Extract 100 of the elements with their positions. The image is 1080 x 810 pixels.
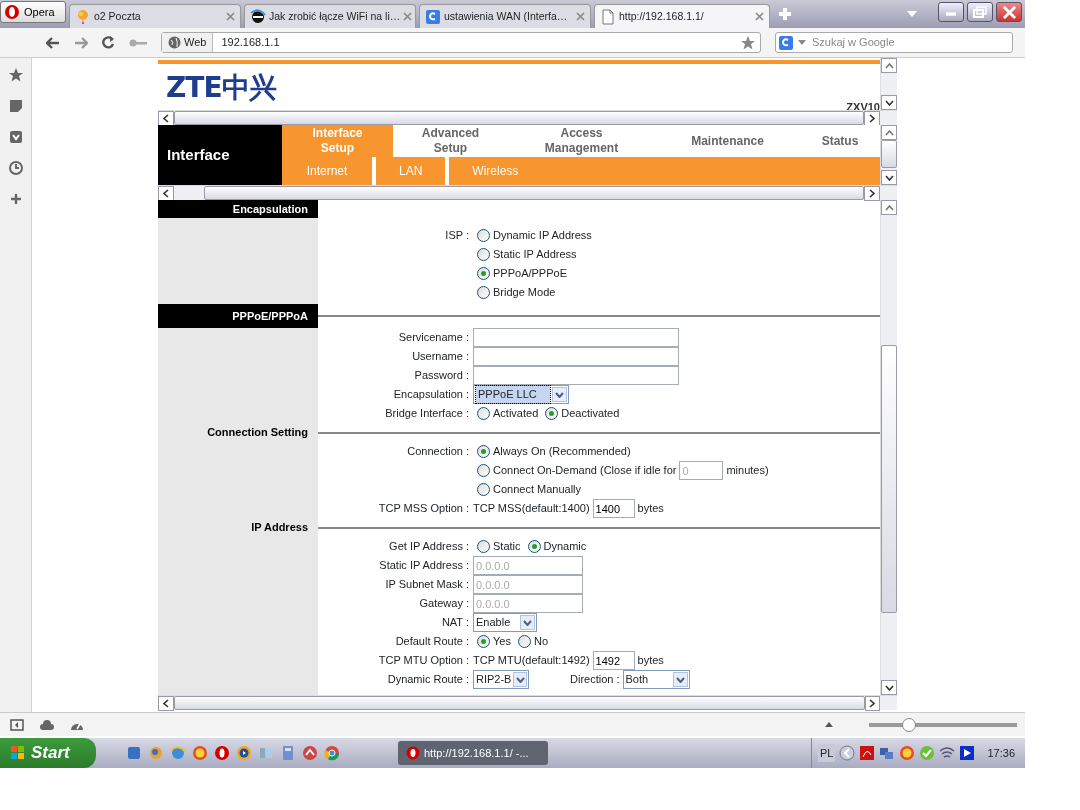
radio-label[interactable]: Connect Manually bbox=[493, 481, 582, 498]
scroll-right-button[interactable] bbox=[864, 696, 881, 711]
scroll-down-button[interactable] bbox=[881, 170, 897, 185]
radio-label[interactable]: Activated bbox=[493, 405, 539, 422]
close-icon[interactable] bbox=[576, 12, 585, 21]
radio-label[interactable]: Bridge Mode bbox=[493, 284, 556, 301]
app-icon[interactable] bbox=[302, 745, 318, 761]
radio-button[interactable] bbox=[545, 407, 559, 420]
radio-button[interactable] bbox=[477, 483, 490, 496]
opera-menu-button[interactable]: Opera bbox=[0, 1, 66, 23]
add-icon[interactable] bbox=[8, 192, 23, 206]
radio-button[interactable] bbox=[477, 407, 490, 420]
scroll-thumb[interactable] bbox=[881, 140, 897, 168]
opera-icon[interactable] bbox=[214, 745, 230, 761]
text-field[interactable] bbox=[473, 328, 679, 347]
search-box[interactable]: Szukaj w Google bbox=[775, 32, 1013, 53]
play-icon[interactable] bbox=[959, 745, 976, 761]
vertical-scrollbar[interactable] bbox=[880, 58, 897, 110]
radio-label[interactable]: Static IP Address bbox=[493, 246, 577, 263]
star-icon[interactable] bbox=[740, 34, 756, 51]
clock-icon[interactable] bbox=[8, 161, 23, 175]
radio-button[interactable] bbox=[477, 286, 490, 299]
radio-label[interactable]: Deactivated bbox=[561, 405, 620, 422]
sun-icon[interactable] bbox=[899, 745, 916, 761]
close-button[interactable] bbox=[996, 2, 1022, 22]
radio-button[interactable] bbox=[477, 445, 490, 458]
dropdown[interactable]: Both bbox=[622, 670, 690, 689]
radio-button[interactable] bbox=[477, 229, 490, 242]
close-icon[interactable] bbox=[755, 12, 764, 21]
text-field[interactable] bbox=[473, 347, 679, 366]
close-icon[interactable] bbox=[226, 12, 235, 21]
radio-button[interactable] bbox=[477, 635, 490, 648]
radio-label[interactable]: Connect On-Demand (Close if idle for bbox=[493, 462, 677, 479]
vertical-scrollbar[interactable] bbox=[880, 200, 897, 695]
globe-icon[interactable] bbox=[148, 745, 164, 761]
browser-tab[interactable]: o2 Poczta bbox=[69, 4, 241, 28]
scroll-thumb[interactable] bbox=[204, 186, 864, 200]
dropdown[interactable]: PPPoE LLC bbox=[473, 385, 569, 404]
radio-button[interactable] bbox=[477, 248, 490, 261]
wifi-icon[interactable] bbox=[939, 745, 956, 761]
close-icon[interactable] bbox=[403, 12, 413, 21]
dropdown[interactable]: RIP2-B bbox=[473, 670, 529, 689]
radio-label[interactable]: Static bbox=[493, 538, 521, 555]
scroll-up-button[interactable] bbox=[881, 125, 897, 140]
restore-button[interactable] bbox=[967, 2, 993, 22]
slider-thumb[interactable] bbox=[901, 717, 916, 732]
radio-button[interactable] bbox=[477, 267, 490, 280]
star-icon[interactable] bbox=[8, 68, 23, 82]
desktop-icon[interactable] bbox=[126, 745, 142, 761]
scroll-up-button[interactable] bbox=[881, 58, 897, 73]
start-button[interactable]: Start bbox=[0, 738, 96, 768]
new-tab-icon[interactable] bbox=[777, 6, 793, 22]
scroll-right-button[interactable] bbox=[864, 186, 880, 201]
site-info-button[interactable]: Web bbox=[162, 33, 214, 52]
scroll-thumb[interactable] bbox=[881, 345, 897, 613]
radio-label[interactable]: Dynamic IP Address bbox=[493, 227, 592, 244]
radio-label[interactable]: Yes bbox=[493, 633, 511, 650]
taskbar-button[interactable]: http://192.168.1.1/ -... bbox=[398, 741, 548, 765]
forward-icon[interactable] bbox=[74, 36, 88, 49]
caret-icon[interactable] bbox=[798, 40, 806, 45]
chrome-icon[interactable] bbox=[324, 745, 340, 761]
note-icon[interactable] bbox=[8, 99, 23, 113]
radio-button[interactable] bbox=[527, 540, 541, 553]
address-field[interactable]: 192.168.1.1 bbox=[213, 34, 740, 51]
text-field[interactable]: 1492 bbox=[592, 651, 635, 670]
minimize-button[interactable] bbox=[938, 2, 964, 22]
media-player-icon[interactable] bbox=[236, 745, 252, 761]
pdf-icon[interactable] bbox=[859, 745, 876, 761]
panel-toggle-icon[interactable] bbox=[10, 718, 24, 731]
radio-label[interactable]: PPPoA/PPPoE bbox=[493, 265, 567, 282]
browser-tab[interactable]: ustawienia WAN (Interfa… bbox=[419, 4, 591, 28]
show-hidden-icon[interactable] bbox=[839, 745, 856, 761]
sun-icon[interactable] bbox=[192, 745, 208, 761]
scroll-up-button[interactable] bbox=[881, 200, 897, 215]
window-switch-icon[interactable] bbox=[258, 745, 274, 761]
text-field[interactable] bbox=[473, 366, 679, 385]
back-icon[interactable] bbox=[46, 36, 60, 49]
browser-tab[interactable]: Jak zrobić łącze WiFi na li… bbox=[244, 4, 416, 28]
scroll-down-button[interactable] bbox=[881, 680, 897, 695]
radio-label[interactable]: Dynamic bbox=[543, 538, 587, 555]
text-field[interactable]: 1400 bbox=[592, 499, 635, 518]
scroll-left-button[interactable] bbox=[158, 696, 174, 711]
radio-button[interactable] bbox=[477, 540, 490, 553]
reload-icon[interactable] bbox=[102, 36, 115, 49]
cloud-icon[interactable] bbox=[40, 719, 54, 730]
calculator-icon[interactable] bbox=[280, 745, 296, 761]
dropdown[interactable]: Enable bbox=[473, 613, 537, 632]
radio-button[interactable] bbox=[517, 635, 531, 648]
language-indicator[interactable]: PL bbox=[818, 743, 836, 763]
scroll-down-button[interactable] bbox=[881, 95, 897, 110]
vertical-scrollbar[interactable] bbox=[880, 125, 897, 185]
radio-button[interactable] bbox=[477, 464, 490, 477]
check-icon[interactable] bbox=[919, 745, 936, 761]
browser-tab[interactable]: http://192.168.1.1/ bbox=[594, 4, 770, 28]
network-icon[interactable] bbox=[879, 745, 896, 761]
expand-icon[interactable] bbox=[825, 722, 833, 727]
download-icon[interactable] bbox=[8, 130, 23, 144]
horizontal-scrollbar[interactable] bbox=[158, 185, 897, 200]
radio-label[interactable]: No bbox=[533, 633, 548, 650]
search-engine-icon[interactable] bbox=[778, 34, 794, 51]
